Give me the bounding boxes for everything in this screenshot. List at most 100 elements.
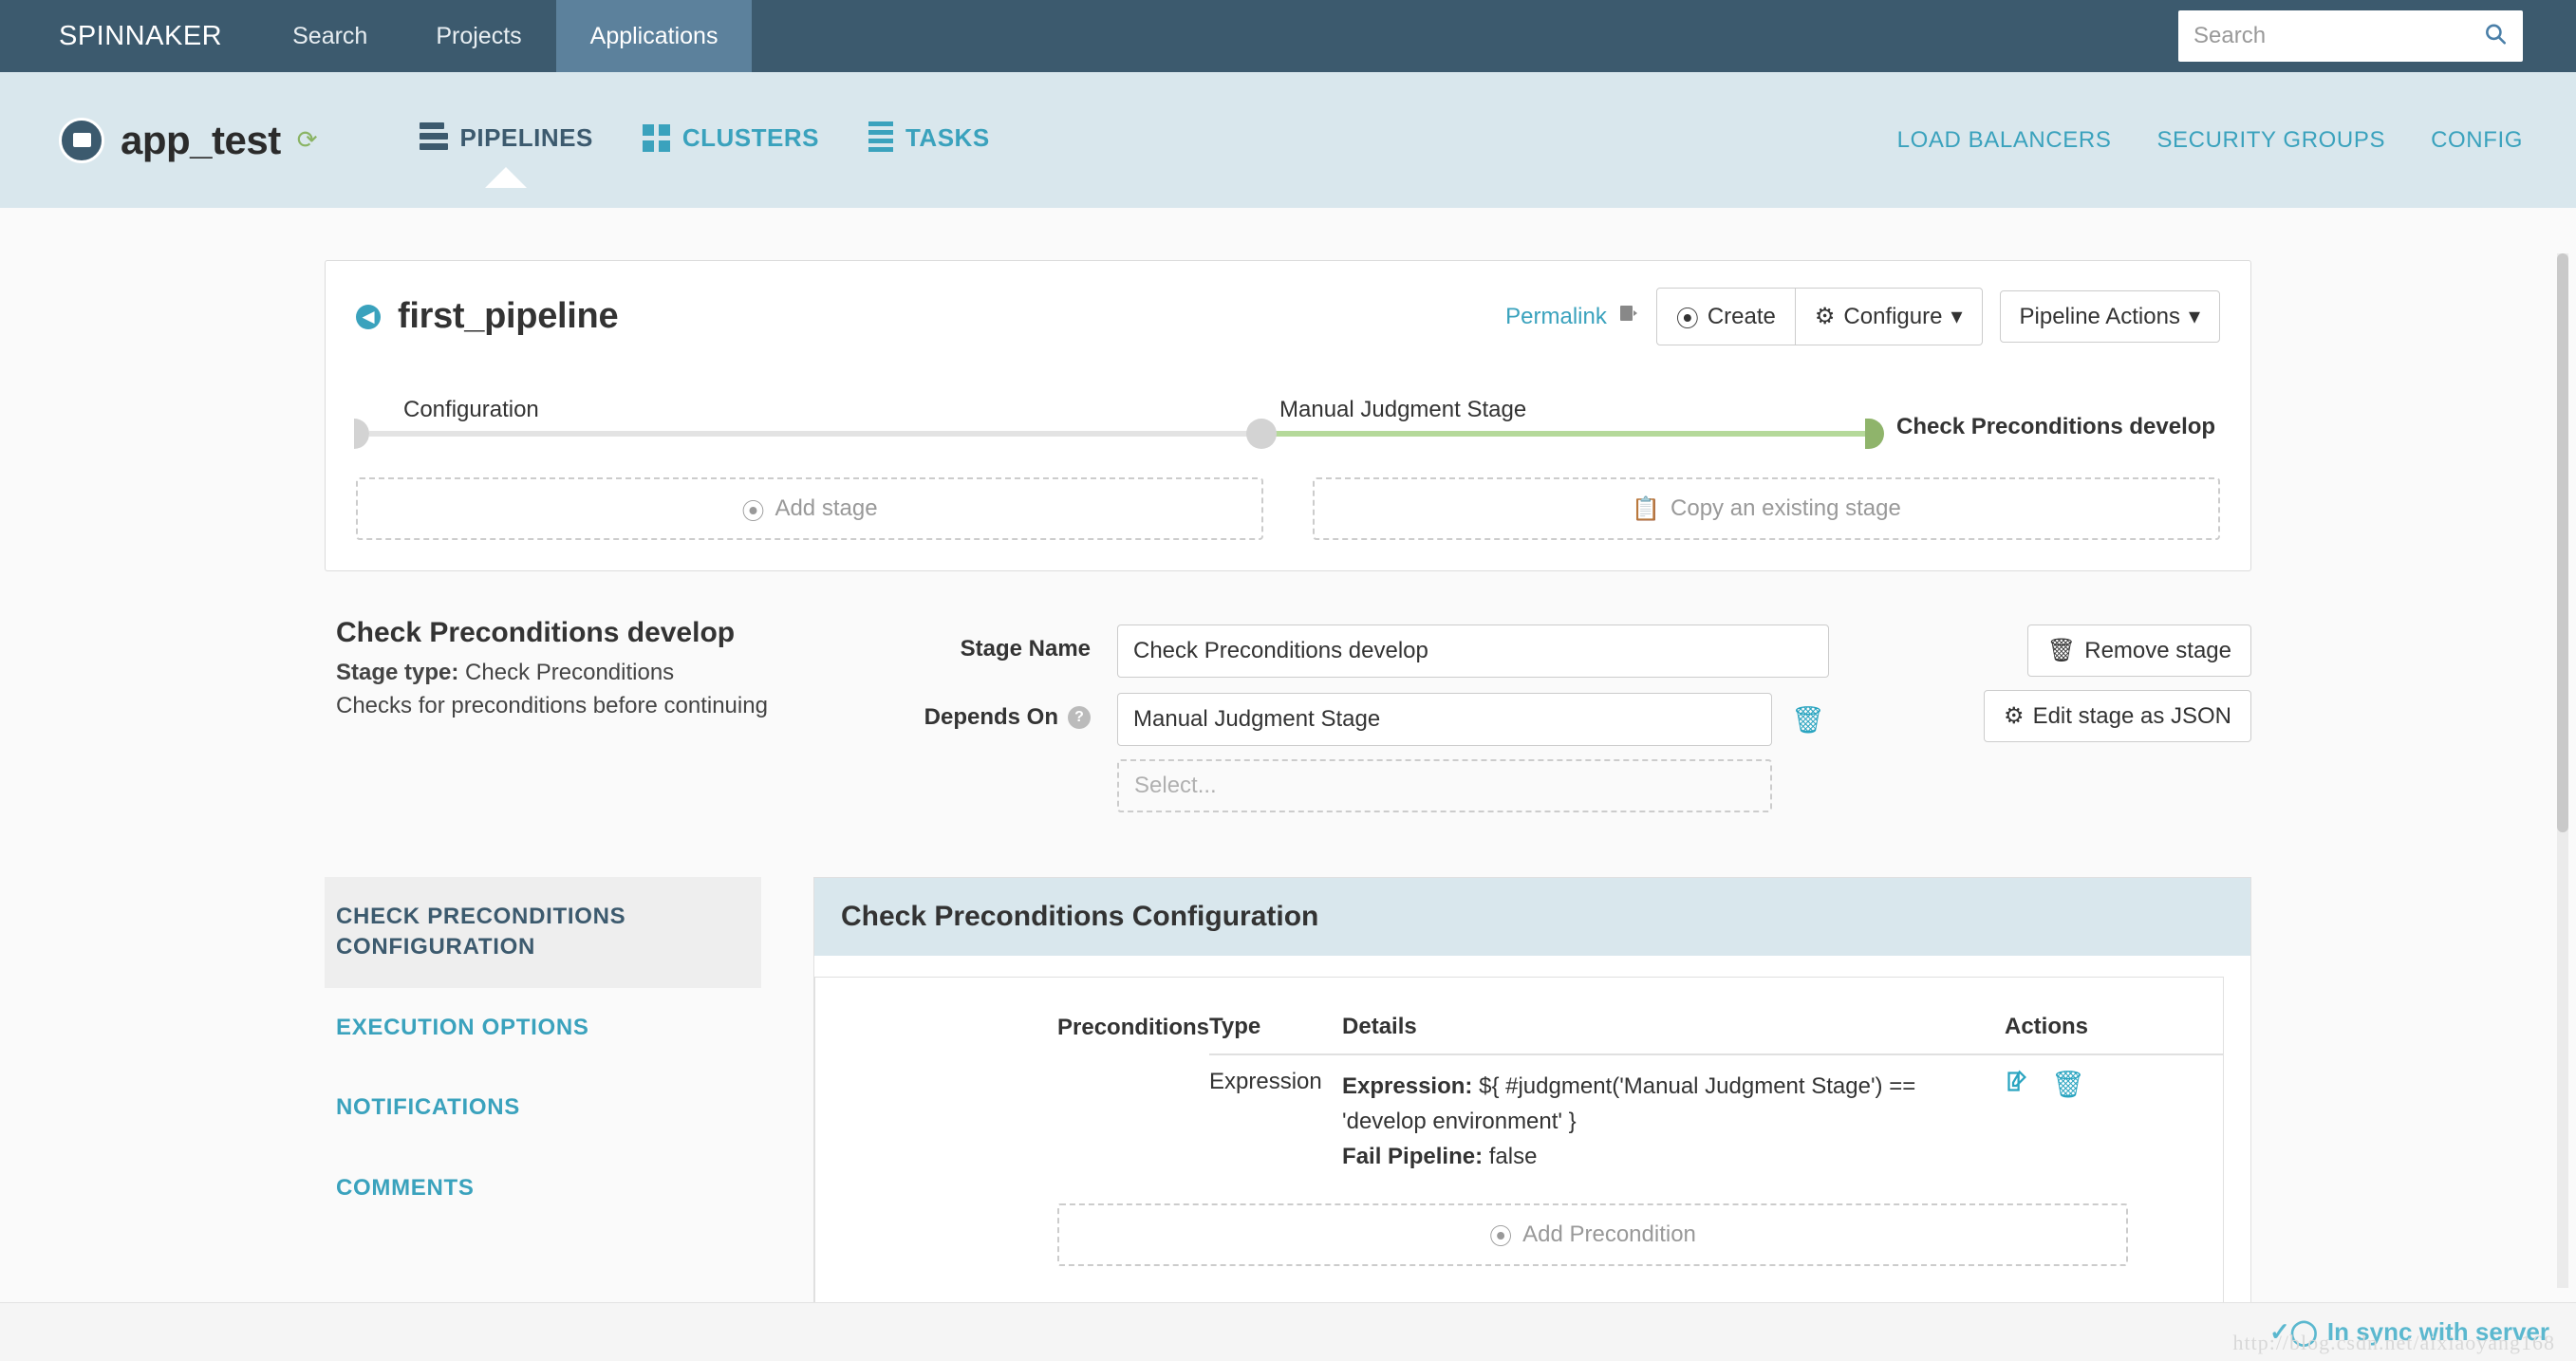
cell-details: Expression: ${ #judgment('Manual Judgmen… [1342,1054,2005,1188]
search-icon[interactable] [2483,22,2508,51]
create-button-label: Create [1707,303,1776,329]
configure-button[interactable]: ⚙ Configure ▾ [1795,288,1983,345]
global-search-box[interactable] [2178,10,2523,62]
topnav-spacer [752,0,2178,72]
plus-circle-icon: ⦿ [1489,1224,1513,1251]
create-button[interactable]: ⦿ Create [1655,288,1796,345]
topnav-item-applications[interactable]: Applications [555,0,753,72]
depends-on-field-group: 🗑 Select... [1117,693,1825,812]
stage-node-manual-judgment[interactable] [1246,419,1277,449]
scrollbar-thumb[interactable] [2557,253,2568,832]
plus-circle-icon: ⦿ [1675,307,1699,332]
add-precondition-button[interactable]: ⦿ Add Precondition [1057,1203,2128,1266]
detail-expression: Expression: ${ #judgment('Manual Judgmen… [1342,1069,1931,1139]
depends-on-input[interactable] [1117,693,1772,746]
stage-details-form: Stage Name Depends On ? 🗑 Select... [885,617,2005,828]
stage-label-check-preconditions[interactable]: Check Preconditions develop [1896,414,2215,440]
depends-on-select[interactable]: Select... [1117,759,1772,812]
search-input[interactable] [2193,23,2508,49]
cell-actions: 🗑 [2005,1054,2223,1188]
stage-details-actions: 🗑 Remove stage ⚙ Edit stage as JSON [1984,617,2251,742]
copy-existing-stage-button[interactable]: 📋 Copy an existing stage [1313,477,2220,540]
table-row: Expression Expression: ${ #judgment('Man… [815,1054,2223,1188]
copy-icon: 📋 [1632,495,1661,522]
stage-connector-2 [1260,431,1882,437]
stage-name-input[interactable] [1117,625,1829,678]
pipeline-header: ◀ first_pipeline Permalink ⦿ Create ⚙ Co… [326,261,2250,366]
link-security-groups[interactable]: SECURITY GROUPS [2156,127,2385,154]
stage-details-section: Check Preconditions develop Stage type: … [325,617,2251,828]
chevron-down-icon: ▾ [1951,304,1963,329]
stage-type-line: Stage type: Check Preconditions [336,657,885,690]
check-preconditions-config-panel: Check Preconditions Configuration Precon… [813,877,2251,1312]
tab-pipelines[interactable]: PIPELINES [419,122,593,188]
depends-on-label: Depends On ? [885,693,1117,731]
sidebar-item-comments[interactable]: COMMENTS [325,1148,761,1228]
sidebar-item-notifications[interactable]: NOTIFICATIONS [325,1068,761,1147]
stage-configuration-section: CHECK PRECONDITIONS CONFIGURATION EXECUT… [325,877,2251,1312]
pipeline-header-actions: Permalink ⦿ Create ⚙ Configure ▾ Pipelin… [1505,288,2220,345]
remove-stage-label: Remove stage [2084,637,2231,663]
preconditions-inner-box: Preconditions Type Details Actions Expre… [814,977,2224,1311]
sidebar-item-execution-options[interactable]: EXECUTION OPTIONS [325,988,761,1068]
stage-label-configuration[interactable]: Configuration [403,397,539,423]
stage-description: Checks for preconditions before continui… [336,692,768,718]
stage-node-check-preconditions[interactable] [1865,419,1884,449]
top-navigation-bar: SPINNAKER Search Projects Applications [0,0,2576,72]
detail-expression-label: Expression: [1342,1073,1473,1099]
tab-tasks-label: TASKS [905,123,990,152]
tasks-icon [868,121,893,156]
application-tabs: PIPELINES CLUSTERS TASKS [419,121,990,188]
topnav-item-projects[interactable]: Projects [401,0,555,72]
help-icon[interactable]: ? [1068,706,1091,729]
configure-button-label: Configure [1843,303,1943,329]
column-header-actions: Actions [2005,1006,2223,1055]
add-stage-button[interactable]: ⦿ Add stage [356,477,1263,540]
pipeline-card: ◀ first_pipeline Permalink ⦿ Create ⚙ Co… [325,260,2251,571]
permalink-icon[interactable] [1616,302,1639,331]
tab-pipelines-label: PIPELINES [459,123,593,152]
sidebar-item-check-preconditions-configuration[interactable]: CHECK PRECONDITIONS CONFIGURATION [325,877,761,988]
link-config[interactable]: CONFIG [2431,127,2523,154]
stage-label-manual-judgment[interactable]: Manual Judgment Stage [1279,397,1526,423]
refresh-icon[interactable]: ⟳ [297,125,318,155]
cell-type: Expression [1209,1069,1322,1094]
remove-stage-button[interactable]: 🗑 Remove stage [2026,625,2251,677]
add-stage-label: Add stage [775,495,878,521]
brand-logo[interactable]: SPINNAKER [0,0,258,72]
pipeline-collapse-icon[interactable]: ◀ [356,304,381,329]
application-logo-icon [59,117,104,163]
status-footer: ✓◯ In sync with server http://blog.csdn.… [0,1302,2576,1361]
main-content-area: ◀ first_pipeline Permalink ⦿ Create ⚙ Co… [0,208,2576,1361]
tab-clusters-label: CLUSTERS [681,123,819,152]
permalink-link[interactable]: Permalink [1505,302,1639,331]
stage-type-value: Check Preconditions [465,660,675,685]
add-precondition-label: Add Precondition [1522,1221,1696,1247]
config-panel-body: Preconditions Type Details Actions Expre… [814,956,2250,1311]
link-load-balancers[interactable]: LOAD BALANCERS [1897,127,2112,154]
trash-icon[interactable]: 🗑 [2051,1069,2085,1101]
edit-stage-as-json-button[interactable]: ⚙ Edit stage as JSON [1984,690,2251,742]
trash-icon[interactable]: 🗑 [1791,704,1825,736]
pipeline-stage-graph: Configuration Manual Judgment Stage Chec… [354,376,2222,466]
tab-clusters[interactable]: CLUSTERS [642,123,819,157]
permalink-label: Permalink [1505,303,1607,329]
column-header-details: Details [1342,1006,2005,1055]
application-header: app_test ⟳ PIPELINES CLUSTERS TASKS LOAD… [0,72,2576,208]
pipeline-actions-button[interactable]: Pipeline Actions ▾ [1999,290,2220,343]
gear-icon: ⚙ [2004,703,2025,729]
detail-fail-pipeline: Fail Pipeline: false [1342,1139,1931,1174]
stage-add-row: ⦿ Add stage 📋 Copy an existing stage [326,466,2250,570]
depends-on-label-text: Depends On [924,704,1058,730]
topnav-item-search[interactable]: Search [258,0,401,72]
detail-fail-pipeline-label: Fail Pipeline: [1342,1144,1484,1170]
clusters-icon [642,124,670,152]
stage-node-configuration[interactable] [354,419,369,449]
stage-config-side-menu: CHECK PRECONDITIONS CONFIGURATION EXECUT… [325,877,761,1228]
tab-tasks[interactable]: TASKS [868,121,990,159]
stage-name-label: Stage Name [960,636,1091,662]
pipelines-icon [419,122,448,154]
pipeline-actions-label: Pipeline Actions [2019,303,2180,329]
column-header-preconditions: Preconditions [1057,1014,1210,1040]
edit-icon[interactable] [2005,1069,2030,1101]
